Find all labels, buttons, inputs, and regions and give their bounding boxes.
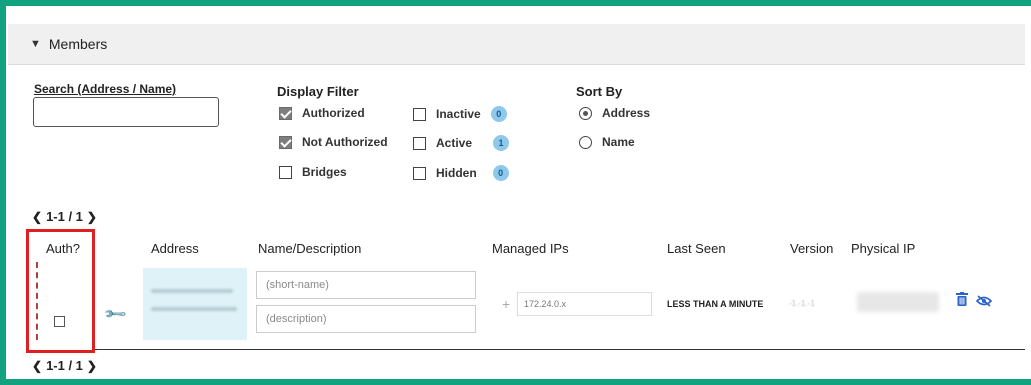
active-label: Active	[436, 136, 473, 150]
sort-name-option[interactable]: Name	[579, 135, 635, 149]
name-column-header: Name/Description	[258, 241, 362, 256]
description-input[interactable]: (description)	[256, 305, 476, 333]
not-authorized-checkbox[interactable]	[279, 135, 292, 149]
managed-ips-column-header: Managed IPs	[492, 241, 569, 256]
dashed-indicator-line	[36, 262, 38, 340]
sort-name-radio[interactable]	[579, 135, 592, 149]
search-label: Search (Address / Name)	[34, 82, 177, 96]
next-page-arrow[interactable]: ❯	[83, 210, 101, 224]
display-filter-title: Display Filter	[277, 84, 359, 99]
pagination-top: ❮ 1-1 / 1 ❯	[28, 209, 101, 224]
short-name-input[interactable]: (short-name)	[256, 271, 476, 299]
active-count-badge: 1	[493, 135, 510, 151]
last-seen-value: LESS THAN A MINUTE	[667, 299, 764, 309]
pagination-range: 1-1 / 1	[46, 209, 83, 224]
physical-ip-column-header: Physical IP	[851, 241, 916, 256]
filter-bridges[interactable]: Bridges	[279, 165, 347, 179]
members-section-title: Members	[48, 36, 108, 52]
authorized-checkbox[interactable]	[279, 106, 292, 120]
pagination-bottom: ❮ 1-1 / 1 ❯	[28, 358, 101, 373]
inactive-count-badge: 0	[490, 106, 507, 122]
physical-ip-value	[857, 292, 939, 312]
auth-checkbox[interactable]	[54, 316, 65, 327]
eye-slash-icon[interactable]	[975, 294, 993, 312]
filter-not-authorized[interactable]: Not Authorized	[279, 135, 388, 149]
version-column-header: Version	[790, 241, 834, 256]
version-value: -1.-1.-1	[789, 299, 815, 308]
next-page-arrow-bottom[interactable]: ❯	[83, 359, 101, 373]
table-row-divider	[95, 349, 1025, 350]
inactive-label: Inactive	[436, 107, 481, 121]
hidden-label: Hidden	[436, 166, 477, 180]
filter-authorized[interactable]: Authorized	[279, 106, 365, 120]
member-address-cell[interactable]	[143, 268, 247, 340]
address-column-header: Address	[151, 241, 199, 256]
members-section-header[interactable]: ▼ Members	[8, 24, 1025, 65]
authorized-label: Authorized	[302, 106, 365, 120]
filter-inactive[interactable]: Inactive 0	[413, 106, 507, 122]
hidden-checkbox[interactable]	[413, 166, 426, 180]
sort-name-label: Name	[602, 135, 635, 149]
active-checkbox[interactable]	[413, 136, 426, 150]
add-ip-icon[interactable]: +	[502, 296, 510, 312]
trash-icon[interactable]	[956, 292, 968, 311]
managed-ip-input[interactable]: 172.24.0.x	[517, 292, 652, 316]
bridges-label: Bridges	[302, 165, 347, 179]
prev-page-arrow-bottom[interactable]: ❮	[28, 359, 46, 373]
filter-hidden[interactable]: Hidden 0	[413, 165, 509, 181]
inactive-checkbox[interactable]	[413, 107, 426, 121]
sort-address-label: Address	[602, 106, 651, 120]
filter-active[interactable]: Active 1	[413, 135, 510, 151]
sort-by-title: Sort By	[576, 84, 623, 99]
hidden-count-badge: 0	[492, 165, 509, 181]
sort-address-option[interactable]: Address	[579, 106, 650, 120]
prev-page-arrow[interactable]: ❮	[28, 210, 46, 224]
last-seen-column-header: Last Seen	[667, 241, 726, 256]
bridges-checkbox[interactable]	[279, 165, 292, 179]
pagination-range-bottom: 1-1 / 1	[46, 358, 83, 373]
not-authorized-label: Not Authorized	[302, 135, 388, 149]
sort-address-radio[interactable]	[579, 106, 592, 120]
search-input[interactable]	[33, 97, 219, 127]
chevron-down-icon[interactable]: ▼	[30, 38, 41, 50]
